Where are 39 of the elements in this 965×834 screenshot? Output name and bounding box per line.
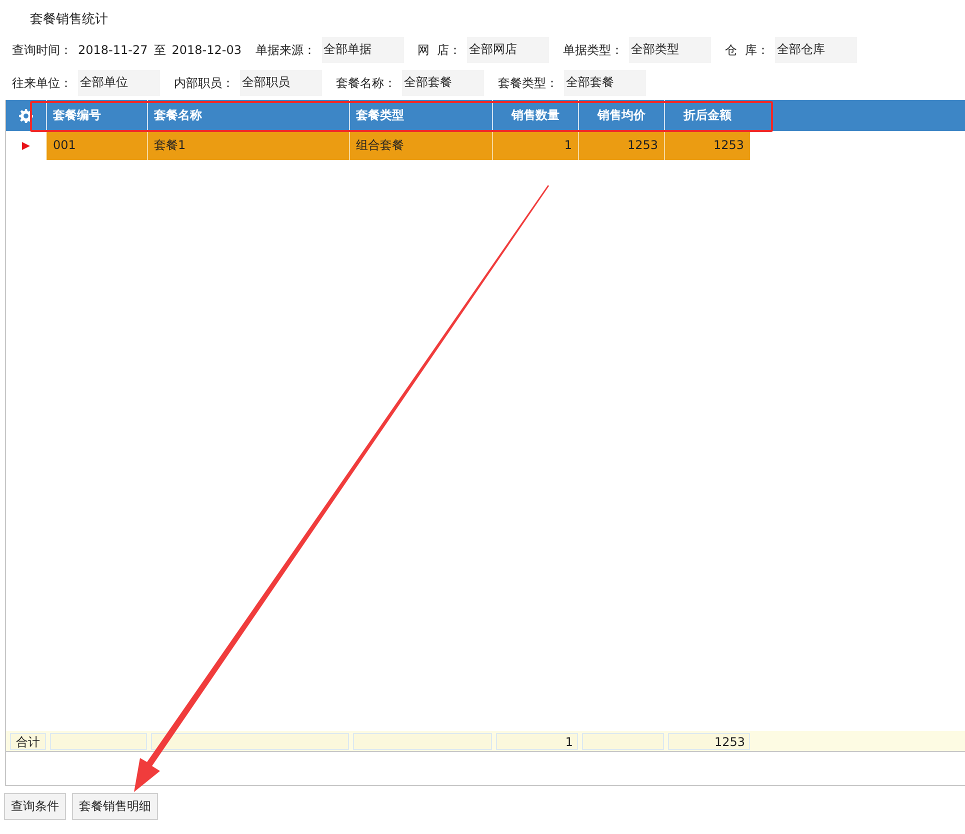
total-label: 合计 bbox=[10, 732, 46, 750]
select-field[interactable]: 全部仓库 bbox=[774, 37, 857, 63]
filter-label: 套餐类型： bbox=[498, 74, 558, 92]
filter-label: 网 店： bbox=[418, 42, 462, 58]
filter-label: 套餐名称： bbox=[336, 74, 396, 92]
table-cell: 1253 bbox=[664, 131, 750, 160]
table-cell: 001 bbox=[46, 131, 147, 160]
tab-button[interactable]: 查询条件 bbox=[4, 793, 66, 820]
select-field[interactable]: 全部套餐 bbox=[564, 70, 646, 96]
column-header[interactable]: 销售均价 bbox=[578, 100, 664, 131]
filter-label: 查询时间： bbox=[12, 42, 72, 58]
range-separator: 至 bbox=[154, 42, 166, 58]
total-cell: 1253 bbox=[668, 732, 750, 750]
select-field[interactable]: 全部单位 bbox=[78, 70, 160, 96]
tab-button[interactable]: 套餐销售明细 bbox=[72, 793, 158, 820]
table-cell: 1 bbox=[492, 131, 578, 160]
table-cell: 1253 bbox=[578, 131, 664, 160]
settings-icon[interactable] bbox=[19, 108, 33, 122]
filter-label: 单据来源： bbox=[256, 42, 316, 58]
select-field[interactable]: 全部类型 bbox=[629, 37, 712, 63]
select-field[interactable]: 全部单据 bbox=[322, 37, 404, 63]
column-header[interactable]: 销售数量 bbox=[492, 100, 578, 131]
select-field[interactable]: 全部网店 bbox=[467, 37, 550, 63]
column-header[interactable]: 套餐编号 bbox=[46, 100, 147, 131]
column-header[interactable]: 套餐类型 bbox=[349, 100, 492, 131]
filter-label: 单据类型： bbox=[563, 42, 624, 58]
column-header[interactable]: 折后金额 bbox=[664, 100, 750, 131]
date-field[interactable]: 2018-12-03 bbox=[172, 43, 242, 57]
select-field[interactable]: 全部职员 bbox=[240, 70, 322, 96]
table-cell: 组合套餐 bbox=[349, 131, 492, 160]
date-field[interactable]: 2018-11-27 bbox=[78, 43, 148, 57]
total-cell: 1 bbox=[496, 732, 578, 750]
filter-label: 仓 库： bbox=[725, 42, 769, 58]
page-title: 套餐销售统计 bbox=[29, 11, 109, 29]
filter-label: 往来单位： bbox=[12, 74, 72, 92]
select-field[interactable]: 全部套餐 bbox=[402, 70, 484, 96]
filter-label: 内部职员： bbox=[174, 74, 234, 92]
table-cell: 套餐1 bbox=[147, 131, 349, 160]
column-header[interactable]: 套餐名称 bbox=[147, 100, 349, 131]
